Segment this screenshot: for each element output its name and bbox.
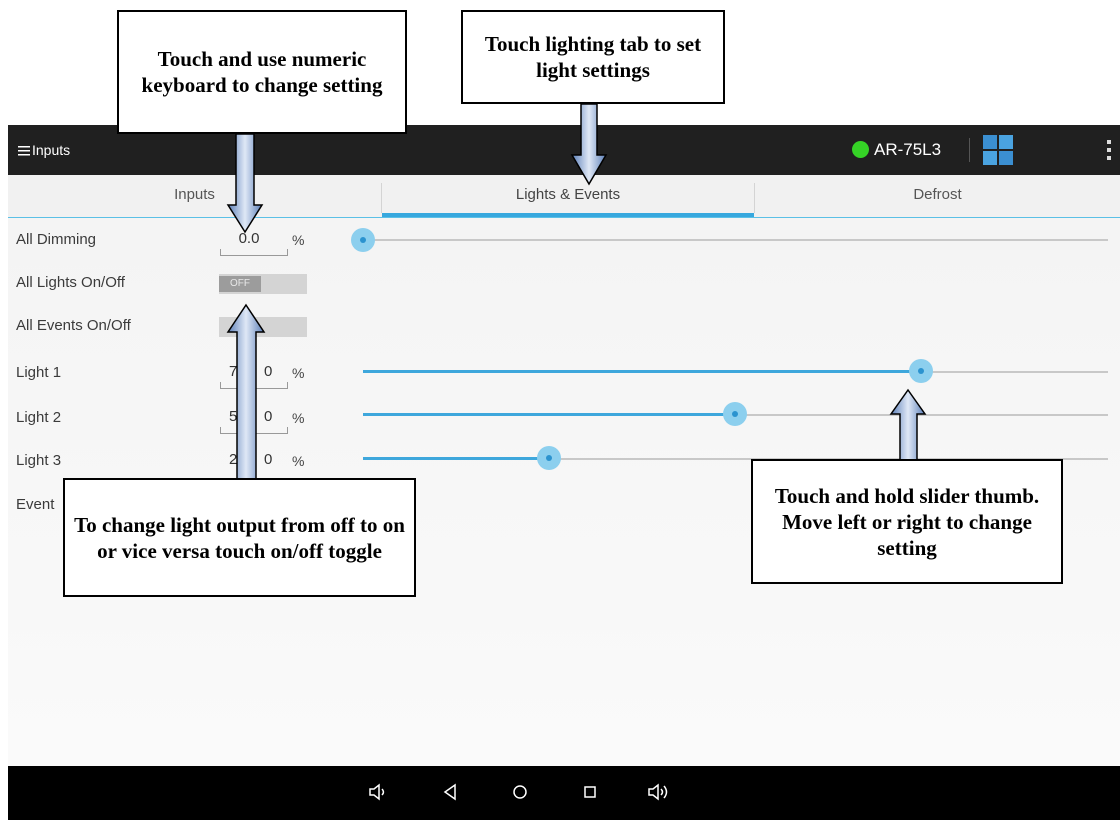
arrow-up — [889, 388, 927, 462]
arrow-up — [226, 303, 266, 482]
callout-toggle: To change light output from off to on or… — [63, 478, 416, 597]
callout-numeric-keyboard: Touch and use numeric keyboard to change… — [117, 10, 407, 134]
callout-lighting-tab: Touch lighting tab to set light settings — [461, 10, 725, 104]
arrow-down — [226, 133, 264, 234]
arrow-down — [570, 103, 608, 186]
callout-slider: Touch and hold slider thumb. Move left o… — [751, 459, 1063, 584]
